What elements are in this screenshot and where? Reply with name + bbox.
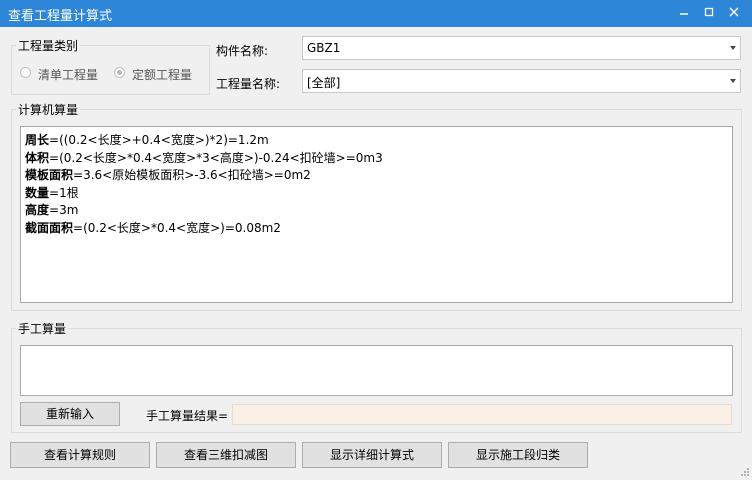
- formula-expr: =((0.2<长度>+0.4<宽度>)*2)=1.2m: [49, 133, 269, 147]
- quantity-name-select[interactable]: [全部]: [302, 69, 741, 93]
- title-bar: 查看工程量计算式: [0, 0, 752, 27]
- computed-formula-area[interactable]: 周长=((0.2<长度>+0.4<宽度>)*2)=1.2m 体积=(0.2<长度…: [20, 126, 733, 303]
- radio-dinge[interactable]: [114, 67, 125, 78]
- resize-grip-icon[interactable]: [740, 466, 750, 476]
- formula-expr: =1根: [49, 185, 79, 200]
- formula-key: 数量: [25, 185, 50, 200]
- formula-line: 模板面积=3.6<原始模板面积>-3.6<扣砼墙>=0m2: [25, 167, 732, 185]
- radio-dinge-label[interactable]: 定额工程量: [132, 66, 192, 83]
- show-construction-section-button[interactable]: 显示施工段归类: [448, 442, 588, 468]
- window-title: 查看工程量计算式: [8, 9, 113, 24]
- formula-line: 截面面积=(0.2<长度>*0.4<宽度>)=0.08m2: [25, 220, 732, 238]
- chevron-down-icon: [730, 79, 736, 83]
- close-icon[interactable]: [724, 4, 744, 22]
- computed-group-label: 计算机算量: [16, 101, 81, 118]
- show-detailed-formula-button[interactable]: 显示详细计算式: [302, 442, 442, 468]
- formula-line: 高度=3m: [25, 202, 732, 220]
- view-3d-deduction-button[interactable]: 查看三维扣减图: [156, 442, 296, 468]
- maximize-icon[interactable]: [699, 4, 719, 22]
- formula-expr: =3.6<原始模板面积>-3.6<扣砼墙>=0m2: [73, 168, 311, 182]
- quantity-name-value: [全部]: [307, 76, 341, 90]
- chevron-down-icon: [730, 46, 736, 50]
- reinput-button[interactable]: 重新输入: [20, 402, 120, 426]
- formula-expr: =(0.2<长度>*0.4<宽度>)=0.08m2: [73, 220, 281, 235]
- formula-expr: =3m: [49, 203, 79, 217]
- category-group-label: 工程量类别: [16, 37, 81, 54]
- manual-result-field: [232, 404, 732, 425]
- component-select[interactable]: GBZ1: [302, 36, 741, 60]
- quantity-name-label: 工程量名称:: [216, 77, 281, 91]
- minimize-icon[interactable]: [674, 4, 694, 22]
- formula-key: 模板面积: [25, 168, 74, 182]
- manual-formula-input[interactable]: [20, 345, 733, 396]
- radio-qingdan-label[interactable]: 清单工程量: [38, 66, 98, 83]
- formula-key: 周长: [25, 133, 50, 147]
- formula-key: 体积: [25, 150, 50, 165]
- formula-line: 体积=(0.2<长度>*0.4<宽度>*3<高度>)-0.24<扣砼墙>=0m3: [25, 150, 732, 168]
- formula-line: 周长=((0.2<长度>+0.4<宽度>)*2)=1.2m: [25, 132, 732, 150]
- manual-result-label: 手工算量结果=: [146, 409, 229, 423]
- formula-expr: =(0.2<长度>*0.4<宽度>*3<高度>)-0.24<扣砼墙>=0m3: [49, 150, 383, 165]
- formula-line: 数量=1根: [25, 185, 732, 203]
- component-label: 构件名称:: [216, 44, 269, 58]
- view-calc-rules-button[interactable]: 查看计算规则: [10, 442, 150, 468]
- formula-key: 截面面积: [25, 220, 74, 235]
- manual-group-label: 手工算量: [16, 320, 69, 337]
- radio-selected-dot: [117, 70, 122, 75]
- component-value: GBZ1: [307, 41, 341, 55]
- formula-key: 高度: [25, 203, 50, 217]
- radio-qingdan[interactable]: [20, 67, 31, 78]
